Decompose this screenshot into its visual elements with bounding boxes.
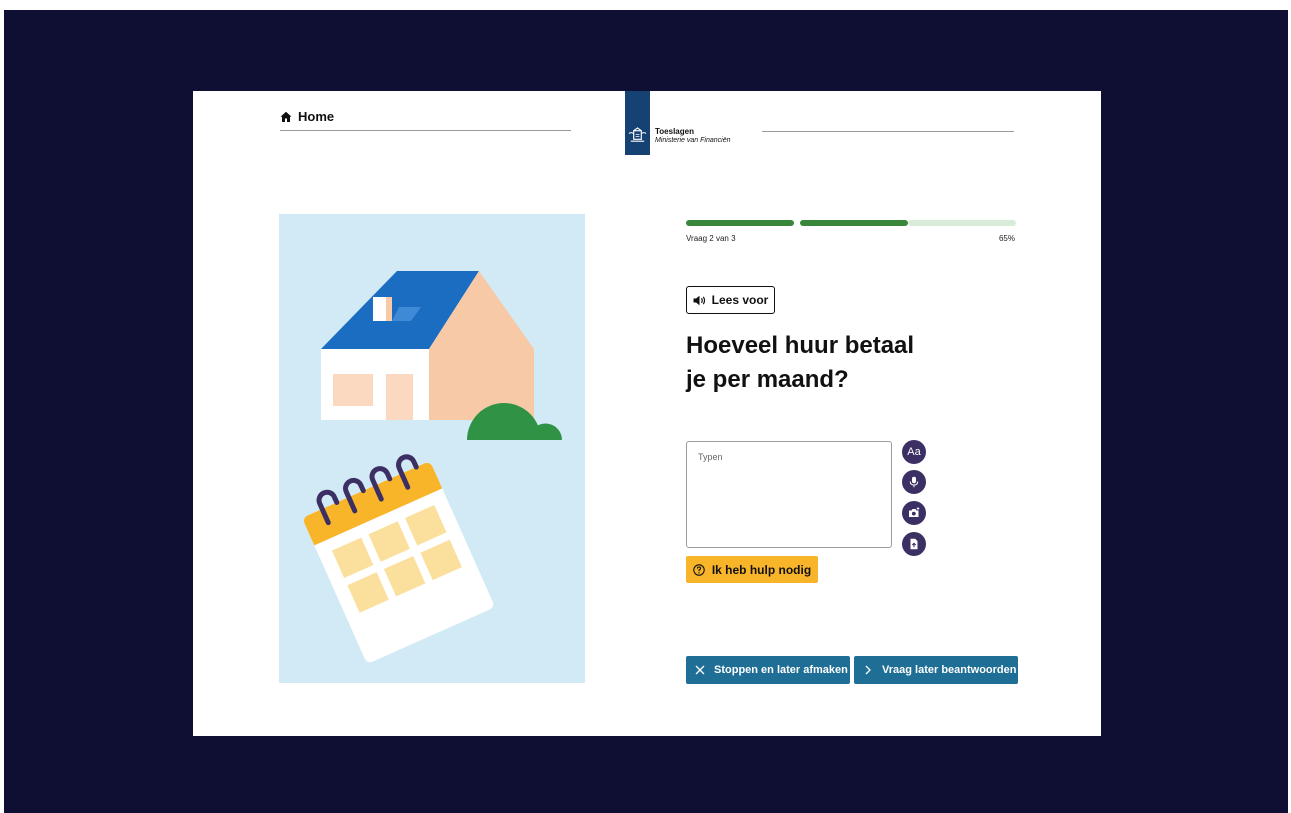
answer-input[interactable]: [686, 441, 892, 548]
chevron-right-icon: [865, 665, 871, 675]
stop-and-finish-later-button[interactable]: Stoppen en later afmaken: [686, 656, 850, 684]
help-button[interactable]: Ik heb hulp nodig: [686, 556, 818, 583]
home-icon: [280, 111, 292, 122]
home-label: Home: [298, 109, 335, 124]
house-door: [386, 374, 413, 420]
upload-file-icon: [910, 538, 918, 550]
help-label: Ik heb hulp nodig: [711, 562, 812, 577]
logo-text: Toeslagen Ministerie van Financiën: [655, 127, 730, 145]
question-title: Hoeveel huur betaal je per maand?: [686, 329, 986, 397]
home-link[interactable]: Home: [280, 109, 334, 124]
read-aloud-label: Lees voor: [711, 293, 769, 307]
text-size-icon: Aa: [907, 446, 921, 458]
header-divider-right: [762, 131, 1014, 132]
progress-segment-2: [800, 220, 908, 226]
answer-later-label: Vraag later beantwoorden: [882, 664, 1017, 676]
read-aloud-button[interactable]: Lees voor: [686, 286, 775, 314]
house-calendar-illustration: [279, 214, 585, 683]
crest-icon: [628, 127, 647, 142]
camera-icon: [909, 507, 920, 517]
progress-segment-1: [686, 220, 794, 226]
voice-input-button[interactable]: [902, 470, 926, 494]
text-size-button[interactable]: Aa: [902, 440, 926, 464]
progress-label: Vraag 2 van 3: [686, 234, 736, 243]
question-line-2: je per maand?: [686, 366, 849, 393]
progress-segment-3: [908, 220, 1016, 226]
speaker-icon: [693, 295, 705, 305]
close-icon: [695, 665, 705, 675]
logo-subtitle: Ministerie van Financiën: [655, 137, 731, 144]
house-window-left: [333, 374, 373, 406]
question-card: Home Toeslagen Ministerie van Financiën: [193, 91, 1101, 736]
camera-button[interactable]: [902, 501, 926, 525]
stop-label: Stoppen en later afmaken: [714, 664, 848, 676]
microphone-icon: [909, 476, 919, 488]
progress-percentage: 65%: [998, 234, 1015, 243]
upload-file-button[interactable]: [902, 532, 926, 556]
question-line-1: Hoeveel huur betaal: [686, 332, 915, 359]
rijksoverheid-logo: [625, 91, 650, 155]
roof-window: [373, 297, 386, 321]
question-circle-icon: [693, 563, 705, 576]
header-divider-left: [280, 130, 571, 131]
logo-title: Toeslagen: [655, 127, 694, 136]
answer-later-button[interactable]: Vraag later beantwoorden: [854, 656, 1018, 684]
